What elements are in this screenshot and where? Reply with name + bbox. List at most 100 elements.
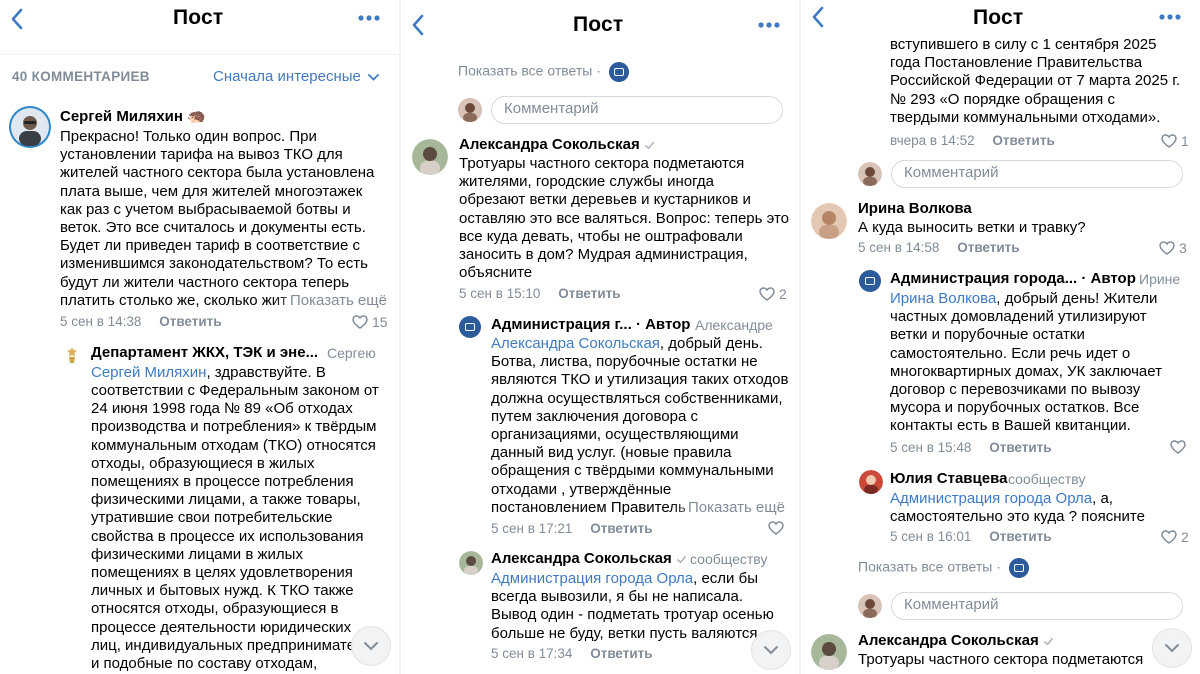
comment-line: контакты есть в Вашей квитанции. bbox=[890, 417, 1131, 435]
scroll-down-button[interactable] bbox=[751, 630, 791, 670]
more-options-icon[interactable] bbox=[358, 15, 380, 21]
show-all-replies[interactable]: Показать все ответы · bbox=[458, 62, 629, 82]
comment-author[interactable]: Александра Сокольская bbox=[491, 550, 687, 567]
comment-author[interactable]: Александра Сокольская bbox=[459, 136, 655, 153]
comment-author[interactable]: Администрация города... · Автор bbox=[890, 270, 1136, 287]
reply-button[interactable]: Ответить bbox=[957, 240, 1019, 255]
avatar[interactable] bbox=[811, 634, 847, 670]
comment-author[interactable]: Сергей Миляхин 🦔 bbox=[60, 107, 206, 125]
comment-line: многоквартирных домах, УК заключает bbox=[890, 362, 1162, 380]
comment-first-line: Александра Сокольская, добрый день. bbox=[491, 335, 763, 352]
mention-link[interactable]: Ирина Волкова bbox=[890, 290, 996, 307]
like-button[interactable]: 2 bbox=[759, 286, 787, 302]
like-button[interactable] bbox=[768, 521, 784, 535]
reply-button[interactable]: Ответить bbox=[989, 529, 1051, 544]
avatar[interactable] bbox=[412, 139, 448, 175]
like-count: 3 bbox=[1179, 240, 1187, 256]
avatar bbox=[458, 98, 482, 122]
reply-button[interactable]: Ответить bbox=[992, 133, 1054, 148]
comment-line: оставляю это все валяться. Вопрос: тепер… bbox=[459, 209, 789, 227]
comment-author[interactable]: Юлия Ставцева bbox=[890, 470, 1007, 487]
comment-line: свойства в процессе их использования bbox=[91, 527, 364, 545]
back-arrow-icon[interactable] bbox=[10, 8, 24, 30]
heart-icon bbox=[352, 315, 368, 329]
emblem-icon[interactable] bbox=[62, 345, 82, 365]
comment-line: ветки и порубочные остатки bbox=[890, 326, 1085, 344]
scroll-down-button[interactable] bbox=[351, 626, 391, 666]
reply-button[interactable]: Ответить bbox=[590, 646, 652, 661]
scroll-down-button[interactable] bbox=[1152, 628, 1192, 668]
back-arrow-icon[interactable] bbox=[411, 14, 425, 36]
reply-button[interactable]: Ответить bbox=[159, 314, 221, 329]
like-button[interactable]: 15 bbox=[352, 314, 388, 330]
heart-icon bbox=[1159, 241, 1175, 255]
more-options-icon[interactable] bbox=[758, 22, 780, 28]
reply-button[interactable]: Ответить bbox=[558, 286, 620, 301]
comment-line: должна осуществляться собственниками, bbox=[491, 389, 783, 407]
admin-avatar-icon[interactable] bbox=[859, 270, 881, 292]
comment-meta: вчера в 14:52 Ответить bbox=[890, 133, 1055, 148]
comment-line: соответствии с Федеральным законом от bbox=[91, 382, 379, 399]
comment-line: года Постановление Правительства bbox=[890, 54, 1143, 72]
comment-line: помещениях в процессе потребления bbox=[91, 473, 354, 491]
comment-line: веток. Это все считалось и документы ест… bbox=[60, 219, 366, 237]
comment-author[interactable]: Ирина Волкова bbox=[858, 200, 972, 217]
like-count: 2 bbox=[779, 286, 787, 302]
show-all-replies[interactable]: Показать все ответы · bbox=[858, 558, 1029, 578]
comment-text: А куда выносить ветки и травку? bbox=[858, 219, 1086, 237]
avatar[interactable] bbox=[459, 551, 483, 575]
comment-time: 5 сен в 17:34 bbox=[491, 646, 573, 661]
avatar[interactable] bbox=[859, 470, 883, 494]
comment-text: вступившего в силу с 1 сентября 2025 года… bbox=[890, 36, 1180, 127]
comment-input[interactable]: Комментарий bbox=[891, 160, 1183, 188]
comment-line: А куда выносить ветки и травку? bbox=[858, 219, 1086, 236]
page-title: Пост bbox=[173, 6, 224, 29]
comment-line: Тротуары частного сектора подметаются bbox=[858, 651, 1144, 668]
mention-link[interactable]: Александра Сокольская bbox=[491, 335, 660, 352]
heart-icon bbox=[768, 521, 784, 535]
sort-dropdown[interactable]: Сначала интересные bbox=[213, 68, 379, 85]
page-title: Пост bbox=[573, 13, 624, 36]
comment-line: Российской Федерации от 7 марта 2025 г. bbox=[890, 72, 1181, 90]
comment-text: частных домовладений утилизируют ветки и … bbox=[890, 308, 1162, 435]
reply-to: сообществу bbox=[690, 551, 768, 567]
admin-avatar-icon[interactable] bbox=[459, 316, 481, 338]
comment-author[interactable]: Администрация г... · Автор bbox=[491, 316, 690, 333]
like-button[interactable]: 3 bbox=[1159, 240, 1187, 256]
verified-icon bbox=[676, 555, 686, 563]
chevron-down-icon bbox=[1165, 644, 1179, 653]
like-button[interactable] bbox=[1170, 440, 1186, 454]
comment-author[interactable]: Департамент ЖКХ, ТЭК и эне... bbox=[91, 344, 318, 361]
mention-link[interactable]: Сергей Миляхин bbox=[91, 364, 206, 381]
comment-text: Тротуары частного сектора подметаются bbox=[858, 651, 1143, 669]
comment-line: 24 июня 1998 года № 89 «Об отходах bbox=[91, 400, 353, 418]
mention-link[interactable]: Администрация города Орла bbox=[890, 490, 1092, 507]
comment-first-line: Сергей Миляхин, здравствуйте. В bbox=[91, 364, 326, 381]
reply-button[interactable]: Ответить bbox=[989, 440, 1051, 455]
avatar[interactable] bbox=[811, 203, 847, 239]
like-button[interactable]: 1 bbox=[1161, 133, 1189, 149]
like-button[interactable]: 2 bbox=[1161, 529, 1189, 545]
comment-author[interactable]: Александра Сокольская bbox=[858, 632, 1054, 649]
heart-icon bbox=[1170, 440, 1186, 454]
mention-link[interactable]: Администрация города Орла bbox=[491, 570, 693, 587]
verified-icon bbox=[644, 141, 654, 149]
more-options-icon[interactable] bbox=[1159, 14, 1181, 20]
page-title: Пост bbox=[973, 6, 1024, 29]
comment-line: производства и потребления» к твёрдым bbox=[91, 418, 377, 436]
reply-button[interactable]: Ответить bbox=[590, 521, 652, 536]
heart-icon bbox=[759, 287, 775, 301]
comments-count: 40 КОММЕНТАРИЕВ bbox=[12, 69, 150, 84]
comment-input[interactable]: Комментарий bbox=[491, 96, 783, 124]
comment-input[interactable]: Комментарий bbox=[891, 592, 1183, 620]
comment-meta: 5 сен в 16:01 Ответить bbox=[890, 529, 1052, 544]
comment-line: организациями, осуществляющими bbox=[491, 426, 739, 443]
back-arrow-icon[interactable] bbox=[811, 6, 825, 28]
show-more-link[interactable]: Показать ещё bbox=[670, 498, 785, 517]
comment-line: договор с перевозчиками по вывозу bbox=[890, 381, 1141, 398]
comment-line: относятся отходы, образующиеся в bbox=[91, 600, 339, 618]
avatar[interactable] bbox=[9, 106, 51, 148]
comment-line: как раз с учетом выбрасываемой ботвы и bbox=[60, 200, 351, 218]
show-more-link[interactable]: Показать ещё bbox=[272, 291, 387, 310]
reply-to: Александре bbox=[695, 317, 773, 333]
